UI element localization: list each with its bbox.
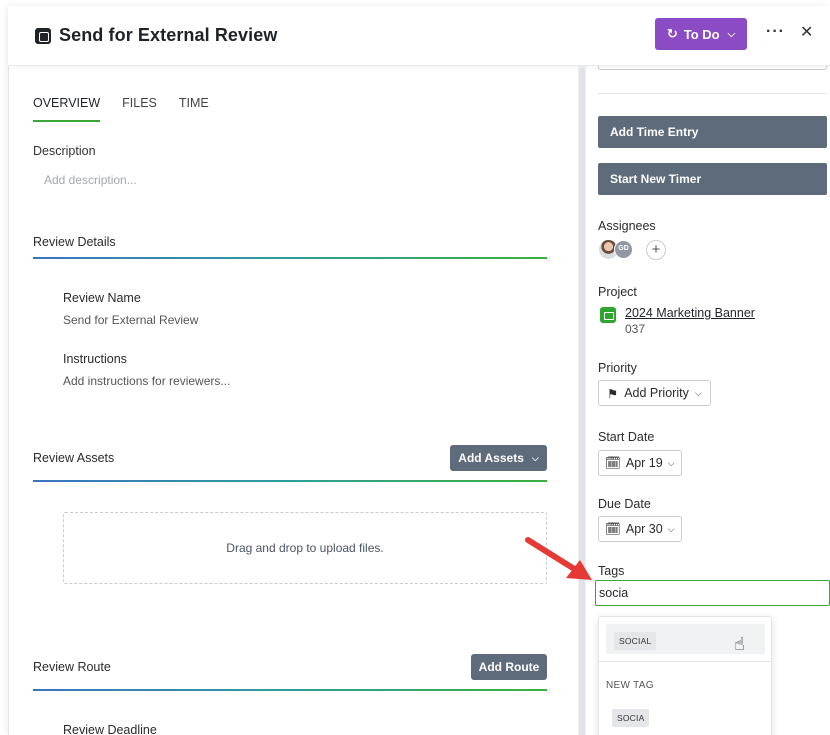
folder-icon bbox=[600, 307, 616, 323]
add-route-label: Add Route bbox=[478, 660, 540, 674]
review-name-label: Review Name bbox=[63, 291, 141, 305]
project-number: 037 bbox=[625, 322, 646, 336]
scrollbar-thumb[interactable] bbox=[579, 68, 585, 735]
tab-bar: OVERVIEW FILES TIME bbox=[33, 96, 209, 122]
dropdown-divider bbox=[599, 661, 771, 662]
add-assignee-button[interactable]: + bbox=[646, 240, 666, 260]
status-cycle-icon: ↻ bbox=[666, 26, 678, 41]
calendar-start-icon: 🗓︎ bbox=[605, 455, 621, 470]
tab-overview[interactable]: OVERVIEW bbox=[33, 96, 101, 122]
project-link[interactable]: 2024 Marketing Banner bbox=[625, 306, 755, 320]
review-deadline-label: Review Deadline bbox=[63, 723, 157, 735]
tag-suggestions-dropdown: SOCIAL ☝ NEW TAG SOCIA bbox=[598, 616, 772, 735]
tab-files[interactable]: FILES bbox=[122, 96, 157, 122]
new-tag-chip[interactable]: SOCIA bbox=[612, 709, 650, 727]
chevron-down-icon: ⌵ bbox=[727, 28, 736, 40]
description-label: Description bbox=[33, 144, 96, 158]
app-logo-icon bbox=[35, 28, 51, 44]
project-label: Project bbox=[598, 285, 637, 299]
due-date-label: Due Date bbox=[598, 497, 651, 511]
priority-button-label: Add Priority bbox=[624, 386, 689, 400]
avatar-gd[interactable]: GD bbox=[614, 240, 633, 259]
review-assets-title: Review Assets bbox=[33, 451, 115, 465]
calendar-end-icon: 🗓︎ bbox=[605, 521, 621, 536]
pane-scrollbar[interactable] bbox=[578, 66, 586, 735]
assignees-label: Assignees bbox=[598, 219, 656, 233]
add-assets-button[interactable]: Add Assets ⌵ bbox=[450, 445, 547, 471]
tag-suggestion-item[interactable]: SOCIAL ☝ bbox=[606, 624, 765, 654]
status-dropdown-button[interactable]: ↻ To Do ⌵ bbox=[655, 18, 747, 50]
review-details-divider bbox=[33, 257, 547, 259]
review-route-divider bbox=[33, 689, 547, 691]
chevron-down-icon: ⌵ bbox=[531, 452, 539, 463]
instructions-input[interactable]: Add instructions for reviewers... bbox=[63, 374, 230, 388]
modal-header: Send for External Review ↻ To Do ⌵ ··· ✕ bbox=[8, 6, 830, 66]
instructions-label: Instructions bbox=[63, 352, 127, 366]
add-route-button[interactable]: Add Route bbox=[471, 654, 547, 680]
annotation-arrow-icon bbox=[525, 537, 592, 580]
due-date-picker[interactable]: 🗓︎ Apr 30 ⌵ bbox=[598, 516, 682, 542]
due-date-value: Apr 30 bbox=[625, 522, 663, 536]
start-date-label: Start Date bbox=[598, 430, 655, 444]
review-details-title: Review Details bbox=[33, 235, 116, 249]
file-dropzone[interactable]: Drag and drop to upload files. bbox=[63, 512, 547, 584]
new-tag-heading: NEW TAG bbox=[606, 680, 654, 691]
review-route-title: Review Route bbox=[33, 660, 111, 674]
more-options-button[interactable]: ··· bbox=[766, 23, 785, 41]
description-input[interactable]: Add description... bbox=[44, 173, 137, 187]
tab-time[interactable]: TIME bbox=[179, 96, 209, 122]
tags-input[interactable]: socia bbox=[595, 580, 830, 606]
chevron-down-icon: ⌵ bbox=[667, 523, 675, 534]
sidebar-divider bbox=[598, 93, 827, 94]
add-time-entry-button[interactable]: Add Time Entry bbox=[598, 116, 827, 148]
dropzone-text: Drag and drop to upload files. bbox=[226, 541, 384, 555]
chevron-down-icon: ⌵ bbox=[694, 387, 702, 398]
start-date-value: Apr 19 bbox=[625, 456, 663, 470]
start-timer-button[interactable]: Start New Timer bbox=[598, 163, 827, 195]
add-assets-label: Add Assets bbox=[458, 451, 524, 465]
priority-label: Priority bbox=[598, 361, 637, 375]
start-date-picker[interactable]: 🗓︎ Apr 19 ⌵ bbox=[598, 450, 682, 476]
review-assets-divider bbox=[33, 480, 547, 482]
close-button[interactable]: ✕ bbox=[800, 22, 813, 42]
flag-icon: ⚑ bbox=[607, 386, 619, 401]
tag-chip-social: SOCIAL bbox=[614, 632, 657, 650]
priority-dropdown[interactable]: ⚑ Add Priority ⌵ bbox=[598, 380, 711, 406]
chevron-down-icon: ⌵ bbox=[667, 457, 675, 468]
details-sidebar: Add Time Entry Start New Timer Assignees… bbox=[586, 60, 830, 735]
status-label: To Do bbox=[683, 26, 720, 42]
main-content: OVERVIEW FILES TIME Description Add desc… bbox=[8, 66, 578, 735]
page-title: Send for External Review bbox=[59, 25, 278, 45]
tags-label: Tags bbox=[598, 564, 625, 578]
hand-pointer-cursor-icon: ☝ bbox=[734, 634, 745, 654]
review-name-value[interactable]: Send for External Review bbox=[63, 313, 198, 327]
